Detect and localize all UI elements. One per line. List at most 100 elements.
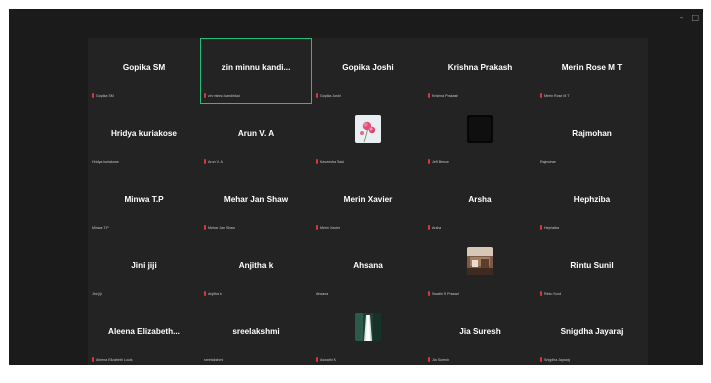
participant-display-name: Aleena Elizabeth... — [108, 327, 180, 336]
participant-tile[interactable]: Jia Suresh Jia Suresh — [424, 302, 536, 365]
participant-label-text: Mehar Jan Shaw — [208, 225, 235, 230]
participant-tile[interactable]: Hephziba Hephziba — [536, 170, 648, 236]
window-controls: – □ — [679, 13, 699, 22]
participant-label-text: Gopika Joshi — [320, 93, 341, 98]
participant-name-label: Jia Suresh — [428, 357, 449, 362]
muted-mic-icon — [540, 225, 542, 230]
participant-tile[interactable]: sreelakshmi sreelakshmi — [200, 302, 312, 365]
participant-display-name: Rajmohan — [572, 129, 612, 138]
participant-display-name: Minwa T.P — [124, 195, 164, 204]
participant-tile[interactable]: Snigdha Jayaraj Snigdha Jayaraj — [536, 302, 648, 365]
muted-mic-icon — [92, 93, 94, 98]
participant-name-label: sreelakshmi — [204, 358, 223, 362]
participant-name-label: zin minnu kandinkal — [204, 93, 240, 98]
participant-video — [355, 115, 381, 143]
participant-display-name: Jia Suresh — [459, 327, 501, 336]
participant-name-label: Jeff Bence — [428, 159, 449, 164]
participant-label-text: Aswathi K — [320, 357, 336, 362]
participant-name-label: Snigdha Jayaraj — [540, 357, 570, 362]
participant-tile[interactable]: Rintu Sunil Rintu Sunil — [536, 236, 648, 302]
participant-tile[interactable]: Aswathi K — [312, 302, 424, 365]
participant-label-text: Jini jiji — [92, 292, 102, 296]
participant-name-label: Hridya kuriakose — [92, 160, 119, 164]
participant-label-text: Rintu Sunil — [544, 291, 562, 296]
participant-tile[interactable]: Arun V. A Arun V. A — [200, 104, 312, 170]
muted-mic-icon — [428, 159, 430, 164]
participant-tile[interactable]: Ahsana Ahsana — [312, 236, 424, 302]
participant-name-label: Gopika SM — [92, 93, 114, 98]
participant-display-name: Arsha — [468, 195, 492, 204]
participant-display-name: Rintu Sunil — [570, 261, 614, 270]
participant-name-label: Gopika Joshi — [316, 93, 341, 98]
participant-label-text: Arsha — [432, 225, 442, 230]
participant-tile[interactable]: Rajmohan Rajmohan — [536, 104, 648, 170]
participant-tile[interactable]: Arsha Arsha — [424, 170, 536, 236]
participant-tile[interactable]: Mehar Jan Shaw Mehar Jan Shaw — [200, 170, 312, 236]
participant-name-label: Rajmohan — [540, 160, 556, 164]
participant-label-text: Swathi S Prasad — [432, 291, 459, 296]
participant-name-label: Anjitha k — [204, 291, 222, 296]
participant-display-name: Krishna Prakash — [447, 63, 513, 72]
participant-label-text: Minwa T.P — [92, 226, 109, 230]
participant-video — [467, 115, 493, 143]
maximize-button[interactable]: □ — [691, 13, 699, 22]
muted-mic-icon — [316, 357, 318, 362]
muted-mic-icon — [540, 291, 542, 296]
participant-tile[interactable]: Gopika Joshi Gopika Joshi — [312, 38, 424, 104]
participant-tile[interactable]: Swathi S Prasad — [424, 236, 536, 302]
participant-tile[interactable]: Merin Rose M T Merin Rose M T — [536, 38, 648, 104]
muted-mic-icon — [428, 93, 430, 98]
participant-label-text: Rajmohan — [540, 160, 557, 164]
participant-tile[interactable]: Krishna Prakash Krishna Prakash — [424, 38, 536, 104]
participant-name-label: Hephziba — [540, 225, 559, 230]
participant-label-text: Anjitha k — [208, 291, 222, 296]
participant-tile[interactable]: Jini jiji Jini jiji — [88, 236, 200, 302]
participant-name-label: Ahsana — [316, 292, 328, 296]
participant-display-name: Gopika Joshi — [342, 63, 394, 72]
participant-display-name: Gopika SM — [122, 63, 166, 72]
muted-mic-icon — [428, 357, 430, 362]
muted-mic-icon — [428, 225, 430, 230]
participant-label-text: Aleena Elizabeth Louis — [96, 357, 133, 362]
participant-display-name: Snigdha Jayaraj — [560, 327, 624, 336]
participant-display-name: Arun V. A — [237, 129, 275, 138]
participant-tile[interactable]: Gopika SM Gopika SM — [88, 38, 200, 104]
muted-mic-icon — [540, 357, 542, 362]
minimize-button[interactable]: – — [679, 13, 683, 22]
participant-label-text: Jeff Bence — [432, 159, 449, 164]
participant-name-label: Rintu Sunil — [540, 291, 561, 296]
participant-tile[interactable]: Jeff Bence — [424, 104, 536, 170]
participant-tile[interactable]: zin minnu kandi... zin minnu kandinkal — [200, 38, 312, 104]
participant-tile[interactable]: Minwa T.P Minwa T.P — [88, 170, 200, 236]
participant-label-text: Merin Rose M T — [544, 93, 570, 98]
muted-mic-icon — [540, 93, 542, 98]
muted-mic-icon — [316, 93, 318, 98]
participant-display-name: Hephziba — [573, 195, 611, 204]
participant-label-text: zin minnu kandinkal — [208, 93, 240, 98]
muted-mic-icon — [204, 93, 206, 98]
participant-tile[interactable]: Merin Xavier Merin Xavier — [312, 170, 424, 236]
participant-name-label: Swathi S Prasad — [428, 291, 459, 296]
participant-label-text: Ahsana — [316, 292, 329, 296]
muted-mic-icon — [204, 291, 206, 296]
participant-tile[interactable]: Aleena Elizabeth... Aleena Elizabeth Loui… — [88, 302, 200, 365]
participant-video — [355, 313, 381, 341]
participant-label-text: Arun V. A — [208, 159, 223, 164]
participant-label-text: Hephziba — [544, 225, 560, 230]
muted-mic-icon — [204, 225, 206, 230]
participant-label-text: Snigdha Jayaraj — [544, 357, 570, 362]
participant-label-text: Hridya kuriakose — [92, 160, 119, 164]
participant-tile[interactable]: Anjitha k Anjitha k — [200, 236, 312, 302]
participant-display-name: Ahsana — [353, 261, 383, 270]
participant-display-name: Merin Xavier — [343, 195, 393, 204]
participant-display-name: Anjitha k — [238, 261, 274, 270]
participant-name-label: Krishna Prakash — [428, 93, 458, 98]
participant-tile[interactable]: Kaveesha Sasi — [312, 104, 424, 170]
muted-mic-icon — [316, 225, 318, 230]
participant-name-label: Mehar Jan Shaw — [204, 225, 235, 230]
participant-tile[interactable]: Hridya kuriakose Hridya kuriakose — [88, 104, 200, 170]
participant-name-label: Arun V. A — [204, 159, 223, 164]
participant-display-name: zin minnu kandi... — [221, 63, 291, 72]
participant-video — [467, 247, 493, 275]
participant-display-name: sreelakshmi — [232, 327, 280, 336]
